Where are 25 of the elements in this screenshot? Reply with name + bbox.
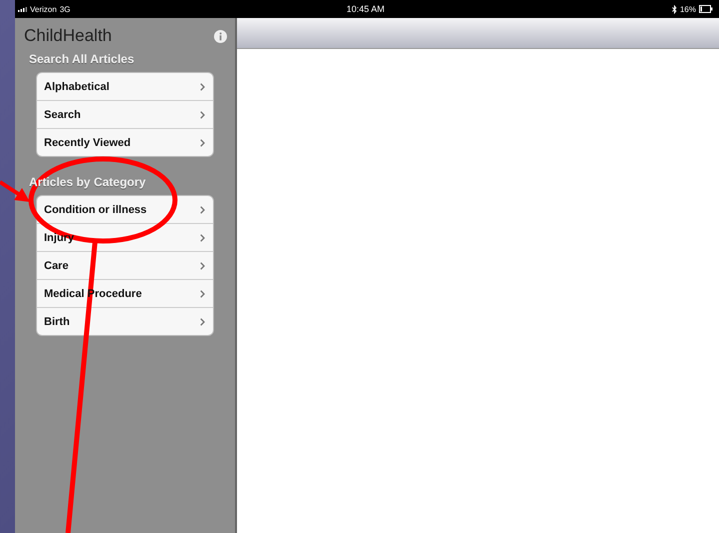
- battery-label: 16%: [680, 4, 696, 14]
- list-item[interactable]: Alphabetical: [37, 73, 213, 101]
- app-title: ChildHealth: [24, 26, 112, 46]
- chevron-icon: [200, 138, 205, 146]
- list-item[interactable]: Care: [37, 252, 213, 280]
- section-heading: Search All Articles: [28, 51, 136, 68]
- list-item[interactable]: Search: [37, 101, 213, 129]
- chevron-icon: [200, 110, 205, 118]
- chevron-icon: [200, 290, 205, 298]
- chevron-icon: [200, 234, 205, 242]
- list-item[interactable]: Condition or illness: [37, 196, 213, 224]
- chevron-icon: [200, 318, 205, 326]
- list-item[interactable]: Recently Viewed: [37, 129, 213, 156]
- chevron-icon: [200, 206, 205, 214]
- time-label: 10:45 AM: [346, 4, 385, 14]
- pointer-arrow: [0, 180, 30, 202]
- network-label: 3G: [60, 4, 70, 14]
- chevron-icon: [200, 262, 205, 270]
- carrier-label: Verizon: [30, 4, 57, 14]
- chevron-icon: [200, 82, 205, 90]
- info-icon[interactable]: [214, 30, 227, 42]
- signal-icon: [18, 6, 27, 12]
- bluetooth-icon: [672, 4, 677, 14]
- list-item[interactable]: Birth: [37, 308, 213, 335]
- battery-icon: [699, 5, 713, 13]
